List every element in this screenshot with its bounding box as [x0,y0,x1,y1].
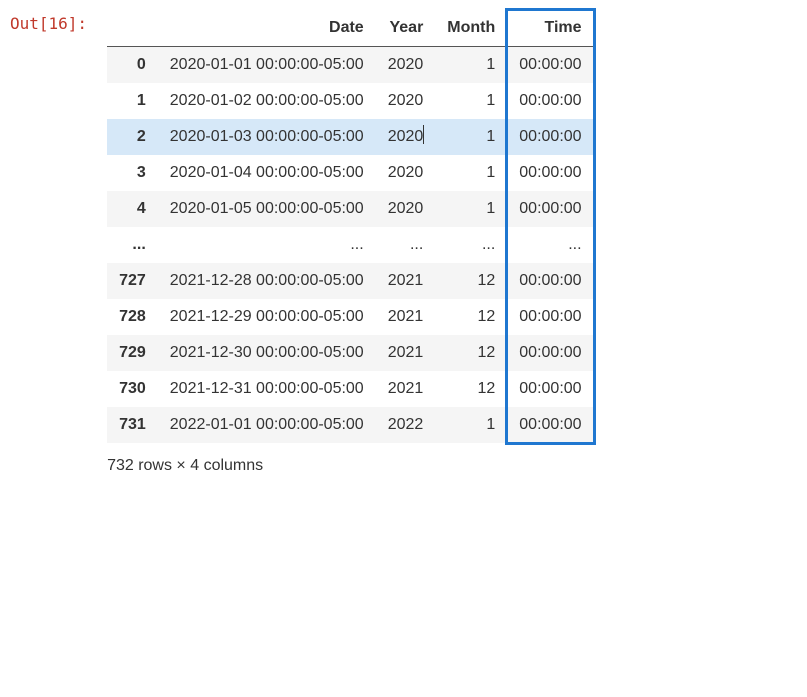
row-index: 3 [107,155,158,191]
cell-year: 2020 [376,83,436,119]
cell-time: 00:00:00 [507,263,593,299]
table-row[interactable]: 32020-01-04 00:00:00-05:002020100:00:00 [107,155,594,191]
cell-year: ... [376,227,436,263]
cell-date: 2020-01-02 00:00:00-05:00 [158,83,376,119]
shape-summary: 732 rows × 4 columns [107,457,594,475]
row-index: 1 [107,83,158,119]
cell-time: 00:00:00 [507,299,593,335]
cell-date: 2022-01-01 00:00:00-05:00 [158,407,376,443]
cell-date: 2021-12-29 00:00:00-05:00 [158,299,376,335]
row-index: 0 [107,47,158,84]
cell-date: 2020-01-03 00:00:00-05:00 [158,119,376,155]
row-index: 728 [107,299,158,335]
output-prompt: Out[16]: [10,10,107,33]
cell-time: 00:00:00 [507,191,593,227]
row-index: 4 [107,191,158,227]
cell-year: 2020 [376,155,436,191]
cell-time: 00:00:00 [507,335,593,371]
row-index: 730 [107,371,158,407]
cell-time: 00:00:00 [507,407,593,443]
cell-time: ... [507,227,593,263]
cell-year: 2022 [376,407,436,443]
table-row[interactable]: 7282021-12-29 00:00:00-05:0020211200:00:… [107,299,594,335]
cell-year: 2020 [376,191,436,227]
header-year: Year [376,10,436,47]
cell-date: 2021-12-31 00:00:00-05:00 [158,371,376,407]
cell-date: 2020-01-01 00:00:00-05:00 [158,47,376,84]
cell-month: 12 [435,371,507,407]
cell-year: 2021 [376,299,436,335]
row-index: ... [107,227,158,263]
cell-month: 12 [435,335,507,371]
cell-time: 00:00:00 [507,119,593,155]
table-row[interactable]: 7312022-01-01 00:00:00-05:002022100:00:0… [107,407,594,443]
table-row[interactable]: 12020-01-02 00:00:00-05:002020100:00:00 [107,83,594,119]
cell-year: 2021 [376,335,436,371]
header-date: Date [158,10,376,47]
cell-month: 1 [435,407,507,443]
cell-month: ... [435,227,507,263]
row-index: 727 [107,263,158,299]
row-index: 731 [107,407,158,443]
cell-date: 2020-01-05 00:00:00-05:00 [158,191,376,227]
cell-date: 2020-01-04 00:00:00-05:00 [158,155,376,191]
cell-time: 00:00:00 [507,83,593,119]
table-row[interactable]: 22020-01-03 00:00:00-05:002020100:00:00 [107,119,594,155]
cell-year: 2021 [376,263,436,299]
cell-month: 12 [435,299,507,335]
cell-date: 2021-12-30 00:00:00-05:00 [158,335,376,371]
table-row[interactable]: 7272021-12-28 00:00:00-05:0020211200:00:… [107,263,594,299]
row-index: 729 [107,335,158,371]
cell-time: 00:00:00 [507,371,593,407]
cell-time: 00:00:00 [507,47,593,84]
table-row[interactable]: 42020-01-05 00:00:00-05:002020100:00:00 [107,191,594,227]
table-row[interactable]: 02020-01-01 00:00:00-05:002020100:00:00 [107,47,594,84]
cell-date: 2021-12-28 00:00:00-05:00 [158,263,376,299]
cell-month: 1 [435,191,507,227]
row-index: 2 [107,119,158,155]
cell-month: 1 [435,155,507,191]
header-time: Time [507,10,593,47]
cell-year: 2020 [376,47,436,84]
dataframe-table[interactable]: Date Year Month Time 02020-01-01 00:00:0… [107,10,594,443]
header-index [107,10,158,47]
table-row[interactable]: 7302021-12-31 00:00:00-05:0020211200:00:… [107,371,594,407]
cell-year: 2021 [376,371,436,407]
header-month: Month [435,10,507,47]
cell-time: 00:00:00 [507,155,593,191]
cell-date: ... [158,227,376,263]
output-area: Date Year Month Time 02020-01-01 00:00:0… [107,10,594,475]
cell-month: 1 [435,83,507,119]
table-row[interactable]: 7292021-12-30 00:00:00-05:0020211200:00:… [107,335,594,371]
cell-month: 1 [435,119,507,155]
cell-month: 12 [435,263,507,299]
table-row[interactable]: ............... [107,227,594,263]
cell-year: 2020 [376,119,436,155]
header-row: Date Year Month Time [107,10,594,47]
cell-month: 1 [435,47,507,84]
